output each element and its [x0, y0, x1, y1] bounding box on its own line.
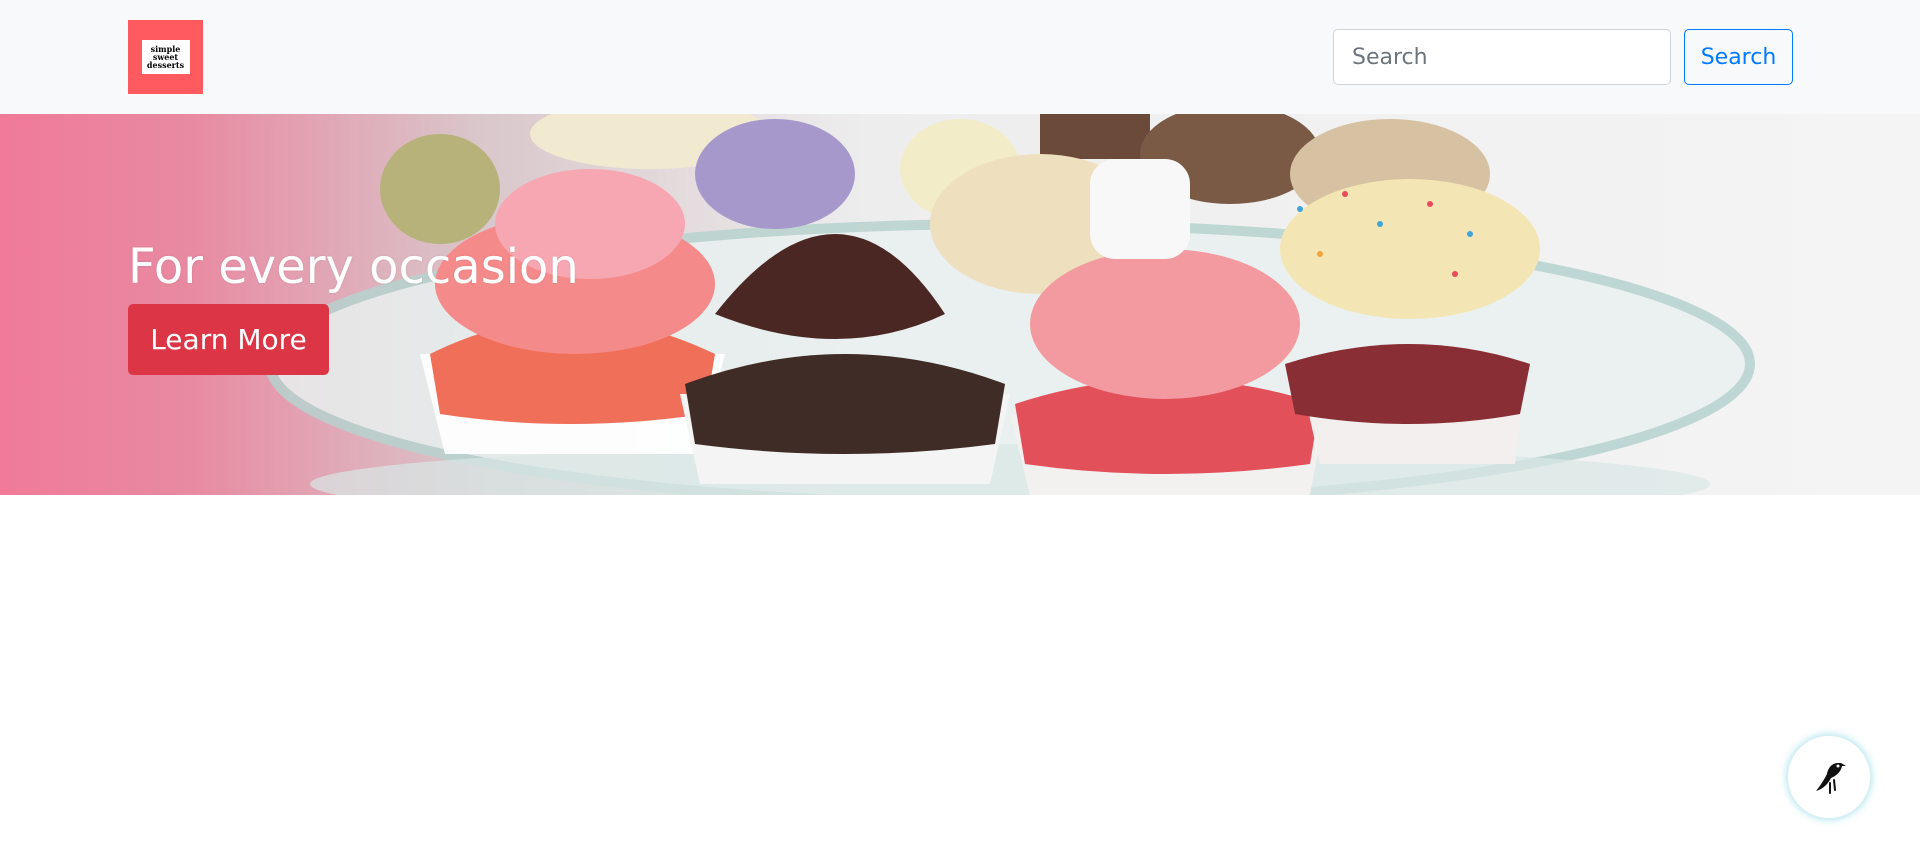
logo-text: simple sweet desserts: [141, 40, 190, 74]
navbar: simple sweet desserts Search: [0, 0, 1920, 114]
hero-title: For every occasion: [128, 239, 579, 295]
logo-line-3: desserts: [146, 60, 185, 70]
search-button[interactable]: Search: [1684, 29, 1793, 85]
search-input[interactable]: [1333, 29, 1671, 85]
site-logo[interactable]: simple sweet desserts: [128, 20, 203, 94]
learn-more-button[interactable]: Learn More: [128, 304, 329, 375]
floating-action-button[interactable]: [1787, 735, 1871, 819]
bird-icon: [1816, 763, 1846, 794]
hero-banner: For every occasion Learn More: [0, 114, 1920, 495]
